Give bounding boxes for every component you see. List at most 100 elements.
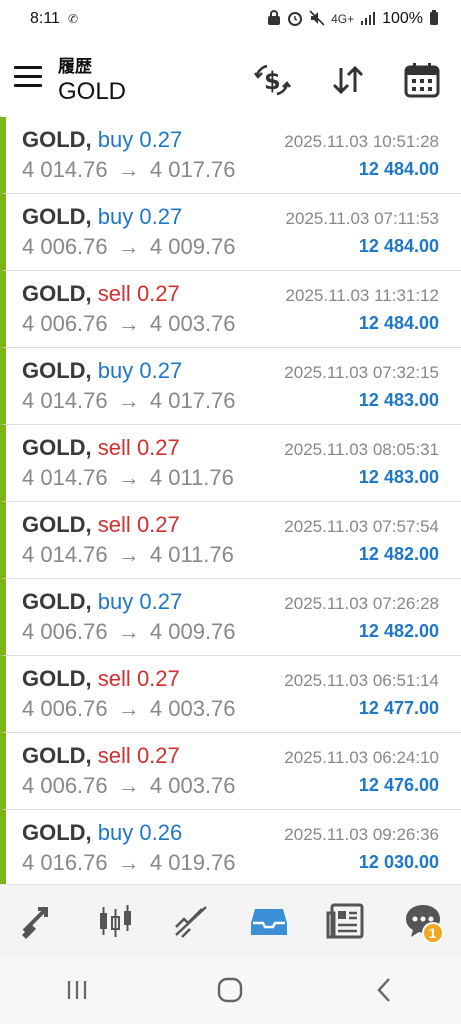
news-icon[interactable] bbox=[323, 898, 369, 944]
close-price: 4 009.76 bbox=[149, 234, 236, 259]
open-price: 4 014.76 bbox=[22, 542, 108, 567]
trade-symbol: GOLD, bbox=[22, 743, 92, 768]
close-price: 4 017.76 bbox=[149, 388, 236, 413]
trade-volume: 0.26 bbox=[139, 820, 183, 845]
chat-badge: 1 bbox=[421, 922, 444, 944]
trade-volume: 0.27 bbox=[136, 512, 180, 537]
trade-balance: 12 482.00 bbox=[358, 621, 439, 641]
home-icon[interactable] bbox=[200, 965, 260, 1015]
trade-row[interactable]: GOLD, sell 0.27 2025.11.03 06:24:10 4 00… bbox=[0, 733, 461, 810]
sort-icon[interactable] bbox=[328, 60, 368, 100]
trade-symbol: GOLD, bbox=[22, 820, 92, 845]
trade-side: sell bbox=[97, 512, 131, 537]
trade-volume: 0.27 bbox=[139, 127, 183, 152]
trade-icon[interactable] bbox=[15, 898, 61, 944]
trade-header: GOLD, sell 0.27 bbox=[22, 281, 180, 307]
arrow-right-icon: → bbox=[117, 388, 140, 413]
open-price: 4 006.76 bbox=[22, 696, 108, 721]
battery-level: 100% bbox=[382, 10, 423, 27]
history-inbox-icon[interactable] bbox=[246, 898, 292, 944]
trade-time: 2025.11.03 06:24:10 bbox=[284, 748, 439, 767]
trade-prices: 4 006.76 → 4 009.76 bbox=[22, 619, 236, 645]
trend-icon[interactable] bbox=[169, 898, 215, 944]
close-price: 4 003.76 bbox=[149, 311, 236, 336]
lock-icon bbox=[267, 9, 281, 29]
trade-time: 2025.11.03 07:11:53 bbox=[285, 209, 439, 228]
trade-prices: 4 014.76 → 4 017.76 bbox=[22, 157, 236, 183]
trade-symbol: GOLD, bbox=[22, 281, 92, 306]
menu-button[interactable] bbox=[14, 66, 42, 90]
open-price: 4 006.76 bbox=[22, 619, 108, 644]
trade-prices: 4 014.76 → 4 017.76 bbox=[22, 388, 236, 414]
close-price: 4 019.76 bbox=[149, 850, 236, 875]
trade-volume: 0.27 bbox=[136, 666, 180, 691]
close-price: 4 003.76 bbox=[149, 696, 236, 721]
trade-header: GOLD, buy 0.27 bbox=[22, 127, 182, 153]
close-price: 4 009.76 bbox=[149, 619, 236, 644]
trade-side: buy bbox=[97, 820, 134, 845]
open-price: 4 016.76 bbox=[22, 850, 108, 875]
trade-balance: 12 030.00 bbox=[358, 852, 439, 872]
trade-row[interactable]: GOLD, buy 0.27 2025.11.03 07:26:28 4 006… bbox=[0, 579, 461, 656]
svg-text:$: $ bbox=[264, 67, 281, 95]
trade-row[interactable]: GOLD, sell 0.27 2025.11.03 07:57:54 4 01… bbox=[0, 502, 461, 579]
trade-symbol: GOLD, bbox=[22, 204, 92, 229]
recent-apps-icon[interactable] bbox=[47, 965, 107, 1015]
trade-balance: 12 484.00 bbox=[358, 159, 439, 179]
trade-prices: 4 006.76 → 4 003.76 bbox=[22, 696, 236, 722]
bottom-navigation: 1 bbox=[0, 884, 461, 957]
trade-prices: 4 006.76 → 4 003.76 bbox=[22, 311, 236, 337]
open-price: 4 014.76 bbox=[22, 157, 108, 182]
trade-balance: 12 484.00 bbox=[358, 313, 439, 333]
battery-icon bbox=[429, 9, 439, 29]
mute-icon bbox=[309, 9, 325, 29]
chart-candles-icon[interactable] bbox=[92, 898, 138, 944]
close-price: 4 017.76 bbox=[149, 157, 236, 182]
trade-side: buy bbox=[97, 127, 134, 152]
trade-time: 2025.11.03 07:57:54 bbox=[284, 517, 439, 536]
app-header: 履歴 GOLD $ bbox=[0, 44, 461, 114]
trade-symbol: GOLD, bbox=[22, 512, 92, 537]
trade-prices: 4 016.76 → 4 019.76 bbox=[22, 850, 236, 876]
close-price: 4 011.76 bbox=[149, 542, 234, 567]
open-price: 4 014.76 bbox=[22, 388, 108, 413]
trade-prices: 4 014.76 → 4 011.76 bbox=[22, 465, 234, 491]
trade-row[interactable]: GOLD, sell 0.27 2025.11.03 11:31:12 4 00… bbox=[0, 271, 461, 348]
currency-exchange-icon[interactable]: $ bbox=[252, 60, 292, 100]
trade-time: 2025.11.03 07:32:15 bbox=[284, 363, 439, 382]
trade-row[interactable]: GOLD, buy 0.27 2025.11.03 10:51:28 4 014… bbox=[0, 117, 461, 194]
trade-side: buy bbox=[97, 589, 134, 614]
trade-row[interactable]: GOLD, buy 0.27 2025.11.03 07:11:53 4 006… bbox=[0, 194, 461, 271]
alarm-icon bbox=[287, 10, 303, 29]
trade-volume: 0.27 bbox=[139, 204, 183, 229]
trade-row[interactable]: GOLD, sell 0.27 2025.11.03 08:05:31 4 01… bbox=[0, 425, 461, 502]
trade-volume: 0.27 bbox=[139, 358, 183, 383]
trade-balance: 12 477.00 bbox=[358, 698, 439, 718]
trade-row[interactable]: GOLD, buy 0.27 2025.11.03 07:32:15 4 014… bbox=[0, 348, 461, 425]
trade-symbol: GOLD, bbox=[22, 435, 92, 460]
arrow-right-icon: → bbox=[117, 619, 140, 644]
trade-header: GOLD, sell 0.27 bbox=[22, 435, 180, 461]
trade-time: 2025.11.03 10:51:28 bbox=[284, 132, 439, 151]
trade-time: 2025.11.03 08:05:31 bbox=[284, 440, 439, 459]
calendar-icon[interactable] bbox=[402, 60, 442, 100]
back-icon[interactable] bbox=[354, 965, 414, 1015]
trade-symbol: GOLD, bbox=[22, 127, 92, 152]
call-icon: ✆ bbox=[67, 12, 79, 26]
chat-icon[interactable]: 1 bbox=[400, 898, 446, 944]
trade-row[interactable]: GOLD, sell 0.27 2025.11.03 06:51:14 4 00… bbox=[0, 656, 461, 733]
trade-time: 2025.11.03 11:31:12 bbox=[285, 286, 439, 305]
page-title: GOLD bbox=[58, 78, 127, 105]
trade-prices: 4 014.76 → 4 011.76 bbox=[22, 542, 234, 568]
status-time: 8:11 bbox=[30, 10, 60, 27]
trade-symbol: GOLD, bbox=[22, 666, 92, 691]
network-label: 4G+ bbox=[331, 12, 355, 26]
trade-row[interactable]: GOLD, buy 0.26 2025.11.03 09:26:36 4 016… bbox=[0, 810, 461, 887]
arrow-right-icon: → bbox=[117, 773, 140, 798]
page-subtitle: 履歴 bbox=[58, 57, 92, 76]
trade-volume: 0.27 bbox=[136, 281, 180, 306]
trade-balance: 12 482.00 bbox=[358, 544, 439, 564]
arrow-right-icon: → bbox=[117, 542, 140, 567]
trade-side: buy bbox=[97, 204, 134, 229]
trade-balance: 12 483.00 bbox=[358, 467, 439, 487]
